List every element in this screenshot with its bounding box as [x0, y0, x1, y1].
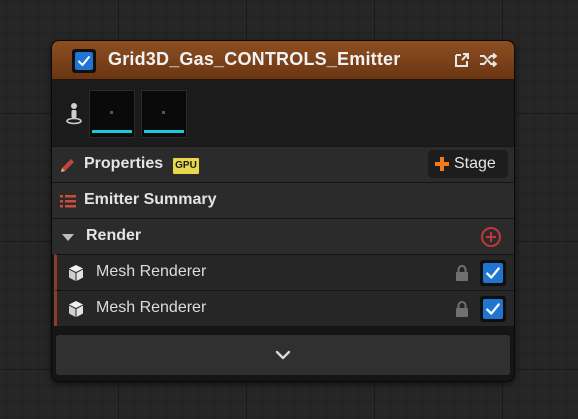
renderer-label: Mesh Renderer: [96, 299, 207, 316]
checkmark-icon: [486, 303, 500, 315]
thumbnail-strip: [52, 80, 514, 146]
expand-node-button[interactable]: [56, 335, 510, 375]
collapse-arrow-icon[interactable]: [58, 227, 78, 247]
chevron-down-icon: [275, 350, 291, 360]
emitter-node[interactable]: Grid3D_Gas_CONTROLS_Emitter Properties G…: [51, 40, 515, 382]
shuffle-icon[interactable]: [478, 50, 498, 70]
render-row[interactable]: Render: [52, 218, 514, 254]
emitter-summary-row[interactable]: Emitter Summary: [52, 182, 514, 218]
stage-button-label: Stage: [454, 155, 496, 172]
node-header[interactable]: Grid3D_Gas_CONTROLS_Emitter: [52, 41, 514, 80]
cube-icon: [69, 265, 83, 281]
renderer-row[interactable]: Mesh Renderer: [54, 254, 514, 290]
thumbnail-2[interactable]: [141, 90, 187, 138]
emitter-title: Grid3D_Gas_CONTROLS_Emitter: [108, 49, 401, 69]
render-label: Render: [86, 227, 142, 244]
properties-row[interactable]: Properties GPU Stage: [52, 146, 514, 182]
add-stage-button[interactable]: Stage: [428, 150, 508, 178]
list-icon: [60, 195, 76, 208]
checkmark-icon: [486, 267, 500, 279]
pencil-icon: [61, 159, 74, 172]
lock-icon[interactable]: [455, 300, 469, 318]
properties-label: Properties: [84, 155, 164, 172]
renderer-enabled-checkbox[interactable]: [480, 296, 506, 322]
cube-icon: [69, 301, 83, 317]
thumbnail-1[interactable]: [89, 90, 135, 138]
renderer-enabled-checkbox[interactable]: [480, 260, 506, 286]
checkmark-icon: [78, 56, 90, 66]
gpu-badge: GPU: [173, 158, 199, 174]
person-pin-icon: [66, 103, 82, 125]
open-external-icon[interactable]: [452, 50, 472, 70]
emitter-enabled-checkbox[interactable]: [72, 49, 96, 73]
emitter-summary-label: Emitter Summary: [84, 191, 217, 208]
add-circle-icon[interactable]: [480, 226, 502, 248]
lock-icon[interactable]: [455, 264, 469, 282]
plus-icon: [435, 157, 449, 171]
renderer-label: Mesh Renderer: [96, 263, 207, 280]
renderer-row[interactable]: Mesh Renderer: [54, 290, 514, 326]
